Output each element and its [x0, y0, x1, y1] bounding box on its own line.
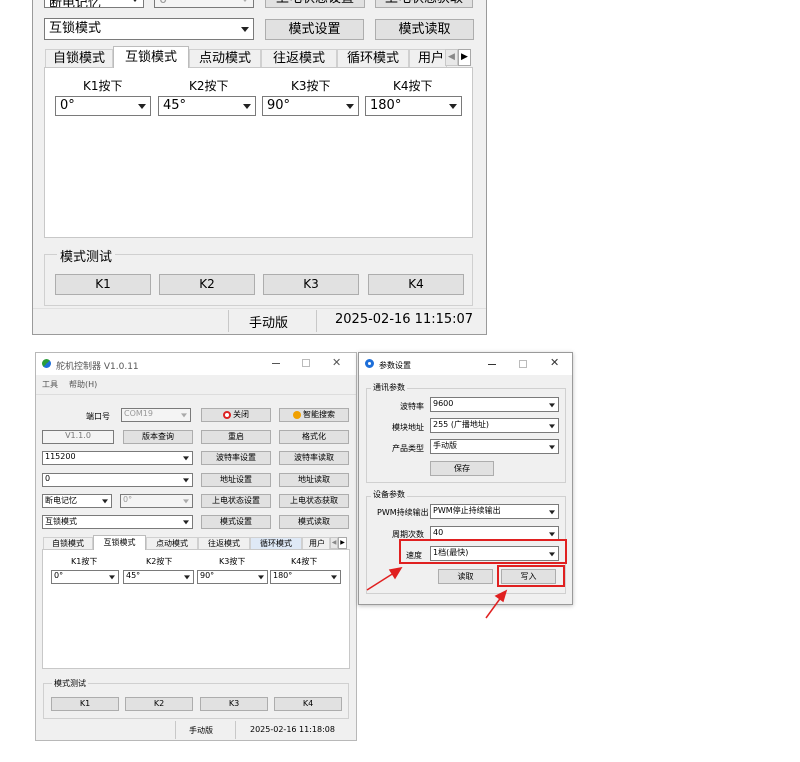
tab-interlock[interactable]: 互锁模式	[113, 46, 189, 68]
speed-arrow	[366, 566, 403, 591]
annotation-arrows	[366, 566, 508, 619]
tab-interlock[interactable]: 互锁模式	[93, 535, 146, 550]
write-arrow	[485, 589, 508, 619]
